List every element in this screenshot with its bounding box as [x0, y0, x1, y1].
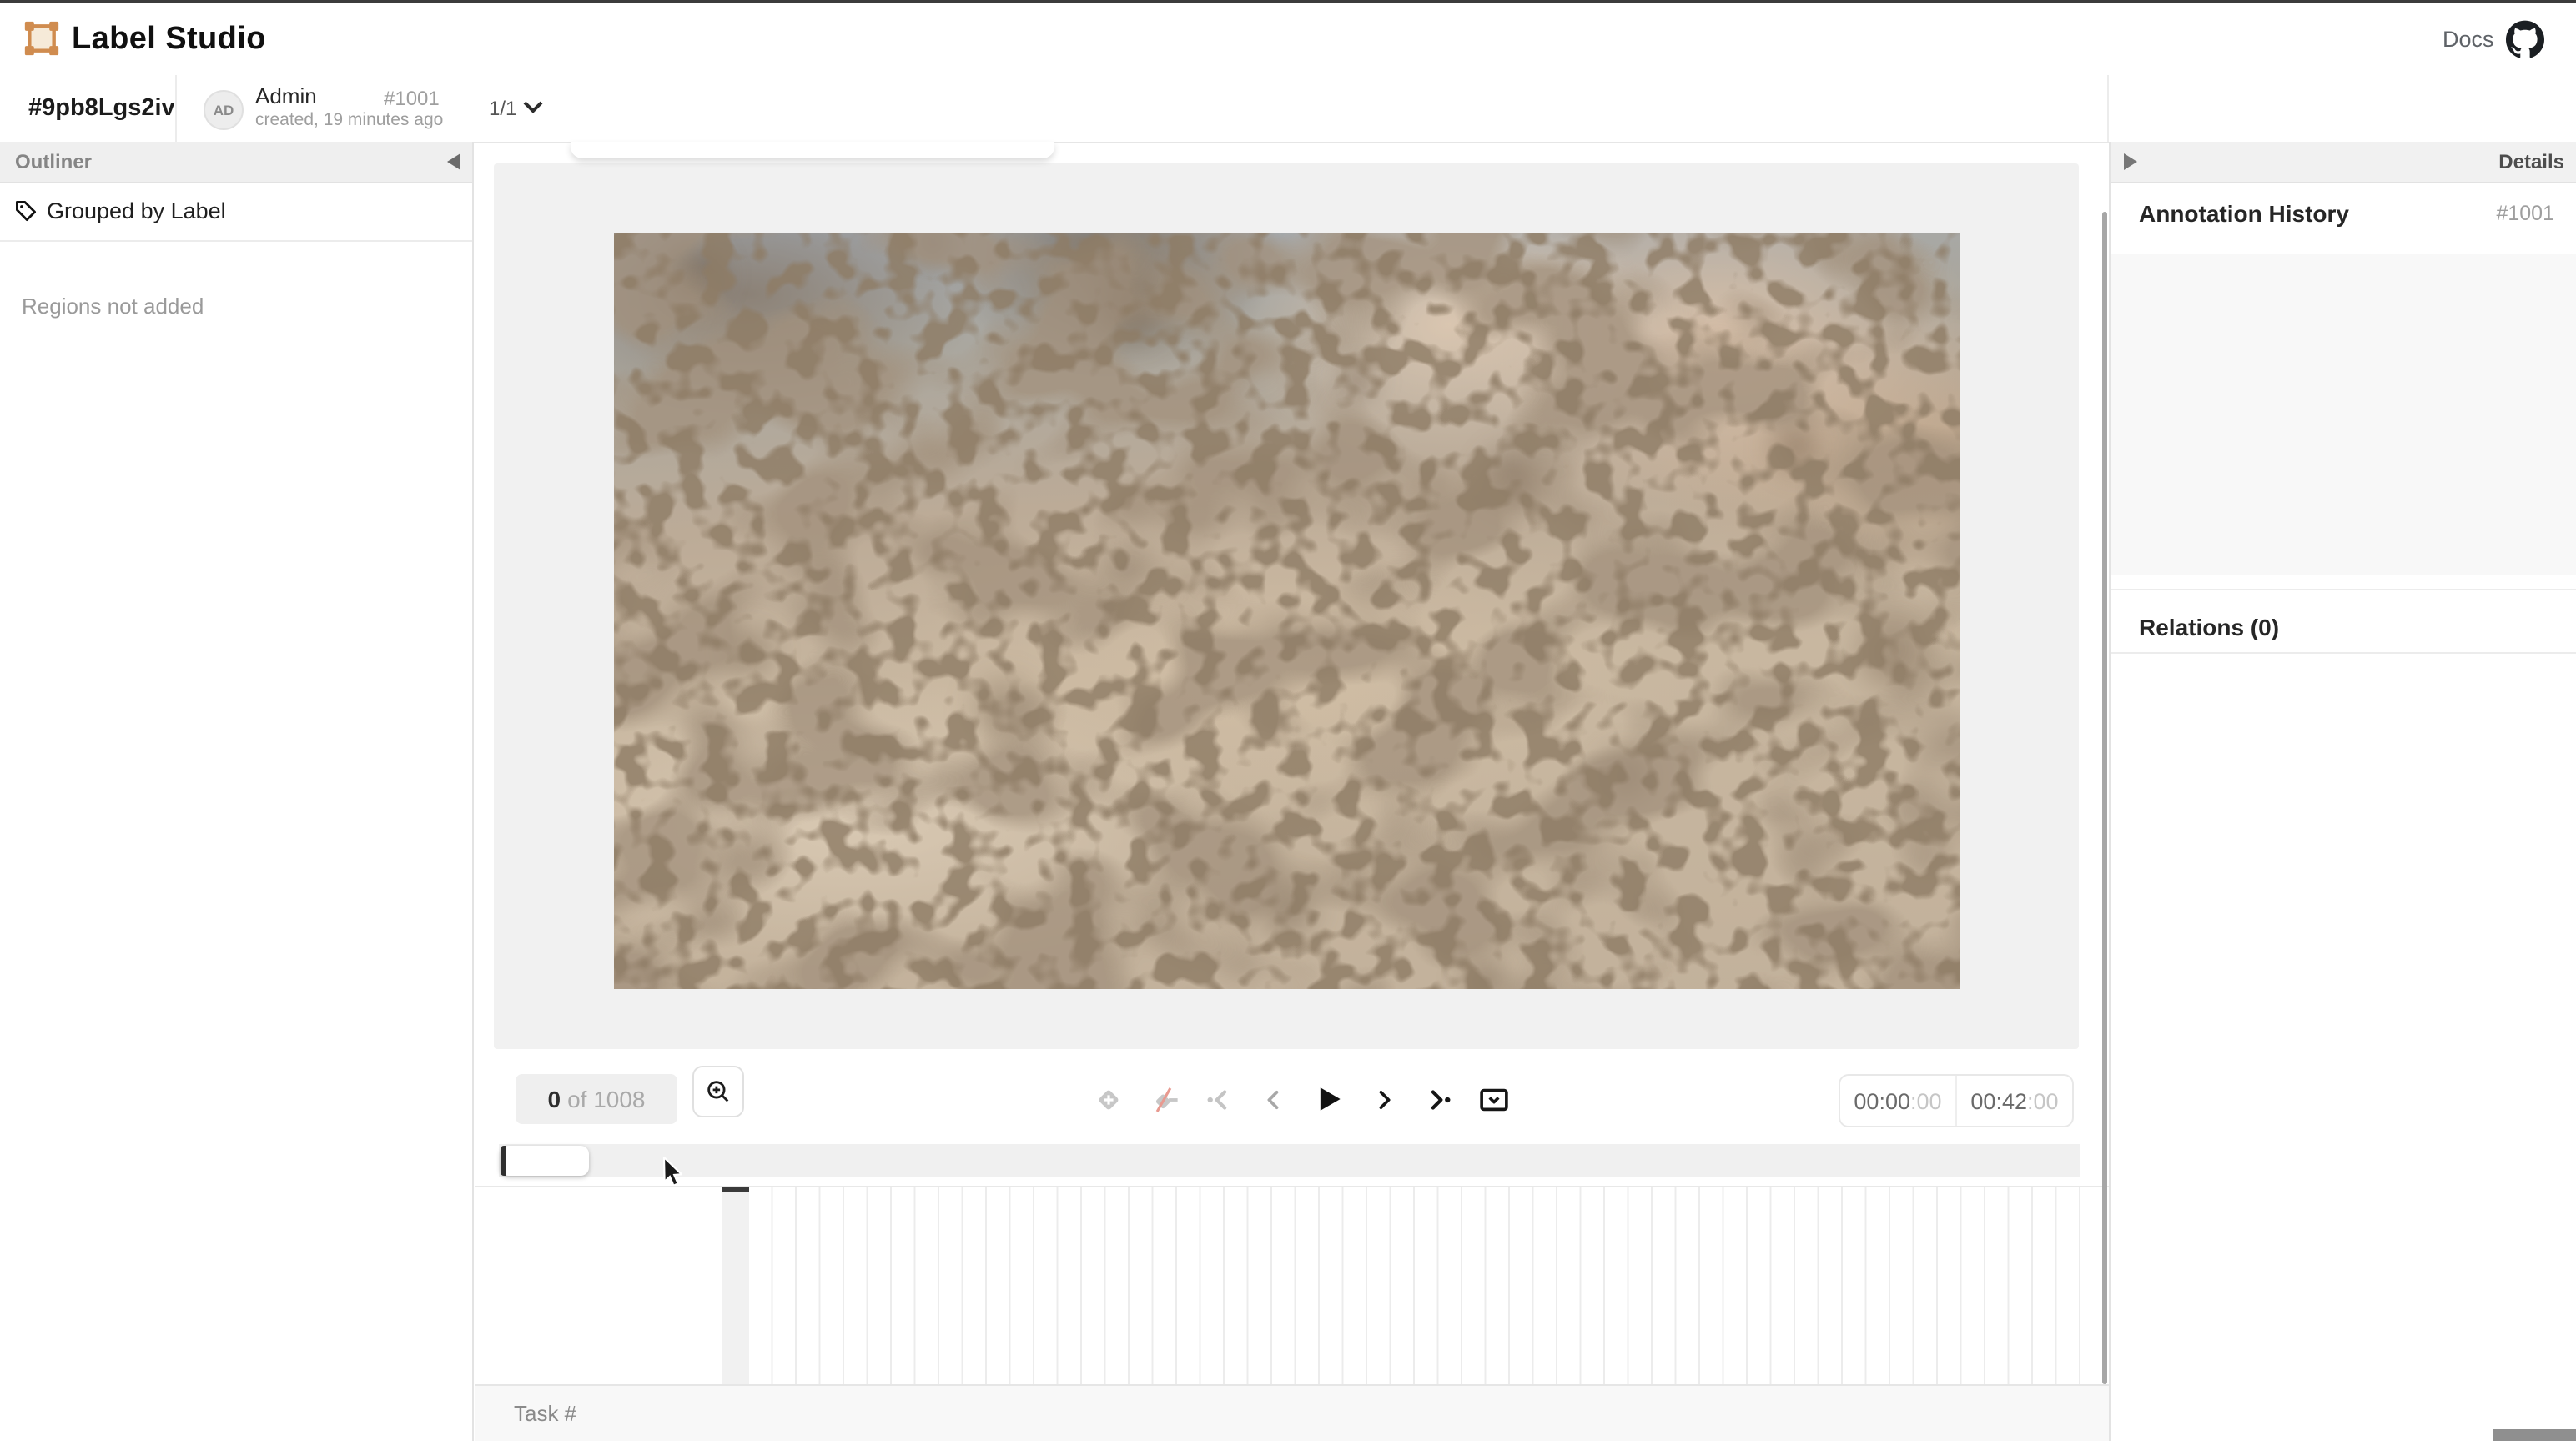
label-studio-app: Label Studio Docs #9pb8Lgs2iv AD Admin c… — [0, 0, 2576, 1441]
task-id: #9pb8Lgs2iv — [28, 95, 175, 122]
outliner-panel: Outliner Grouped by Label Regions not ad… — [0, 142, 474, 1441]
group-mode-label: Grouped by Label — [47, 198, 226, 223]
current-frame: 0 — [547, 1086, 561, 1112]
zoom-in-icon — [704, 1077, 732, 1106]
details-title: Details — [2498, 150, 2564, 173]
current-time-main: 00:00 — [1854, 1088, 1910, 1113]
total-frames: of 1008 — [567, 1086, 645, 1112]
frame-chevron-icon — [1476, 1082, 1511, 1117]
annotation-toolbar: #9pb8Lgs2iv AD Admin created, 19 minutes… — [0, 75, 2576, 143]
annotation-pagination: 1/1 — [489, 97, 516, 120]
app-header: Label Studio Docs — [0, 3, 2576, 77]
outliner-title: Outliner — [15, 150, 92, 173]
details-header: Details — [2111, 142, 2576, 183]
frames-grid[interactable] — [749, 1187, 2080, 1386]
label-studio-logo-icon — [23, 20, 60, 57]
app-title: Label Studio — [72, 22, 266, 58]
annotation-history-empty-area — [2111, 254, 2576, 575]
seek-track[interactable] — [499, 1144, 2080, 1177]
add-keyframe-button[interactable] — [1088, 1077, 1128, 1121]
mouse-cursor — [662, 1157, 682, 1187]
divider — [2107, 75, 2109, 142]
next-keyframe-icon — [1422, 1083, 1454, 1115]
seek-handle[interactable] — [501, 1146, 589, 1176]
outliner-header: Outliner — [0, 142, 472, 183]
annotation-id: #1001 — [384, 87, 440, 110]
keyframe-slash-icon — [1145, 1082, 1180, 1117]
next-keyframe-button[interactable] — [1418, 1077, 1458, 1121]
prev-keyframe-icon — [1202, 1083, 1234, 1115]
total-time-main: 00:42 — [1970, 1088, 2027, 1113]
expand-right-icon[interactable] — [2124, 153, 2137, 170]
timeline-footer: Task # — [475, 1384, 2109, 1441]
docs-link[interactable]: Docs — [2443, 27, 2494, 52]
video-frame[interactable] — [614, 233, 1960, 989]
divider — [175, 75, 177, 142]
toggle-interpolation-button[interactable] — [1143, 1077, 1183, 1121]
seek-position-marker — [501, 1146, 505, 1176]
frames-timeline[interactable] — [475, 1186, 2109, 1386]
current-time: 00:00:00 — [1840, 1076, 1957, 1126]
total-time: 00:42:00 — [1957, 1076, 2072, 1126]
floating-toolbar — [571, 142, 1054, 158]
prev-keyframe-button[interactable] — [1198, 1077, 1238, 1121]
task-number-label: Task # — [514, 1401, 576, 1426]
video-film-specks — [614, 233, 1960, 989]
prev-frame-button[interactable] — [1253, 1077, 1293, 1121]
regions-empty-message: Regions not added — [22, 294, 204, 319]
playhead-tick — [722, 1187, 748, 1192]
divider — [2111, 589, 2576, 590]
details-panel: Details Annotation History #1001 Relatio… — [2109, 142, 2576, 1441]
annotation-created-time: created, 19 minutes ago — [255, 110, 443, 130]
time-display: 00:00:00 00:42:00 — [1839, 1074, 2074, 1127]
chevron-right-icon — [1369, 1085, 1397, 1113]
keyframe-add-icon — [1090, 1082, 1125, 1117]
tag-icon — [13, 198, 38, 223]
zoom-in-button[interactable] — [692, 1066, 744, 1117]
current-time-frames: :00 — [1910, 1088, 1942, 1113]
relations-title: Relations (0) — [2139, 614, 2279, 640]
github-icon[interactable] — [2506, 20, 2544, 58]
group-by-selector[interactable]: Grouped by Label — [0, 183, 472, 242]
timeline-collapse-button[interactable] — [1473, 1077, 1513, 1121]
frame-counter[interactable]: 0 of 1008 — [516, 1074, 677, 1124]
play-button[interactable] — [1308, 1077, 1348, 1121]
horizontal-scrollbar[interactable] — [2493, 1429, 2576, 1441]
avatar: AD — [204, 90, 244, 130]
divider — [2111, 652, 2576, 654]
chevron-down-icon — [522, 100, 544, 115]
collapse-left-icon[interactable] — [447, 153, 460, 170]
vertical-scrollbar[interactable] — [2101, 212, 2107, 1384]
annotation-history-title: Annotation History — [2139, 200, 2349, 227]
annotation-history-id: #1001 — [2496, 202, 2554, 225]
next-frame-button[interactable] — [1363, 1077, 1403, 1121]
chevron-left-icon — [1259, 1085, 1287, 1113]
playhead-column[interactable] — [722, 1187, 748, 1386]
play-icon — [1310, 1081, 1346, 1117]
annotator-name: Admin — [255, 83, 317, 108]
total-time-frames: :00 — [2027, 1088, 2059, 1113]
annotation-selector[interactable]: AD Admin created, 19 minutes ago #1001 1… — [187, 75, 571, 142]
